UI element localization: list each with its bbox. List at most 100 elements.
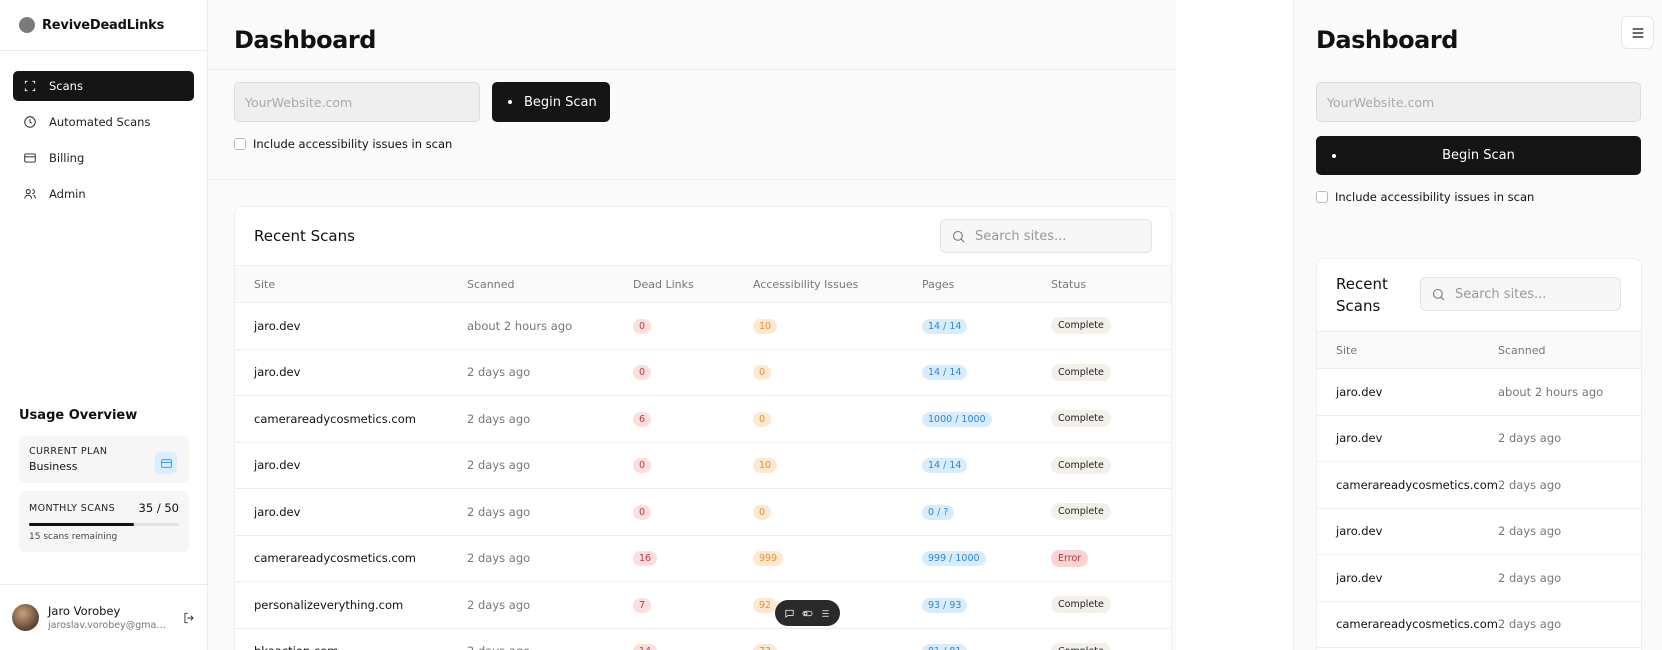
sidebar-item-scans[interactable]: Scans: [13, 71, 194, 101]
monthly-scans-card: MONTHLY SCANS 35 / 50 15 scans remaining: [19, 491, 189, 552]
site-cell: jaro.dev: [235, 488, 467, 536]
main-content: Dashboard Begin Scan Include accessibili…: [208, 0, 1176, 650]
users-icon: [24, 189, 36, 199]
column-header[interactable]: Scanned: [467, 265, 633, 303]
status-badge: Complete: [1051, 363, 1111, 381]
column-header[interactable]: Site: [235, 265, 467, 303]
menu-button[interactable]: [1621, 16, 1654, 49]
list-icon[interactable]: [820, 608, 831, 619]
begin-scan-label: Begin Scan: [1442, 148, 1515, 163]
search-input[interactable]: [1455, 286, 1605, 302]
begin-scan-label: Begin Scan: [524, 94, 597, 110]
site-cell: jaro.dev: [235, 302, 467, 350]
dead-links-badge: 14: [633, 644, 658, 650]
toggle-icon[interactable]: [802, 608, 813, 619]
status-cell: Complete: [1051, 395, 1171, 443]
table-row[interactable]: jaro.dev 2 days ago 0 10 14 / 14 Complete: [235, 442, 1171, 489]
url-input[interactable]: [1316, 82, 1641, 122]
accessibility-checkbox[interactable]: [234, 138, 246, 150]
begin-scan-button[interactable]: Begin Scan: [492, 82, 610, 122]
brand[interactable]: ReviveDeadLinks: [0, 0, 207, 51]
column-header[interactable]: Dead Links: [633, 265, 753, 303]
table-row[interactable]: jaro.dev 2 days ago: [1317, 508, 1641, 555]
pages-cell: 14 / 14: [922, 442, 1051, 489]
accessibility-cell: 10: [753, 442, 922, 489]
table-row[interactable]: jaro.dev about 2 hours ago 0 10 14 / 14 Compl…: [235, 302, 1171, 350]
logo-icon: [19, 17, 35, 33]
mobile-preview: Dashboard Begin Scan Include accessibili…: [1293, 0, 1662, 650]
sidebar-item-billing[interactable]: Billing: [13, 143, 194, 173]
begin-scan-button[interactable]: Begin Scan: [1316, 136, 1641, 175]
pages-cell: 81 / 81: [922, 628, 1051, 650]
avatar[interactable]: [12, 604, 39, 631]
table-row[interactable]: jaro.dev 2 days ago: [1317, 415, 1641, 462]
scanned-cell: 2 days ago: [1498, 554, 1641, 602]
scanned-cell: 2 days ago: [467, 442, 633, 489]
comment-icon[interactable]: [784, 608, 795, 619]
scanned-cell: 2 days ago: [1498, 415, 1641, 462]
table-row[interactable]: camerareadycosmetics.com 2 days ago 16 999 9…: [235, 535, 1171, 582]
table-row[interactable]: camerareadycosmetics.com 2 days ago: [1317, 461, 1641, 509]
status-cell: Complete: [1051, 628, 1171, 650]
table-row[interactable]: jaro.dev 2 days ago: [1317, 554, 1641, 602]
dead-links-badge: 16: [633, 551, 658, 567]
status-badge: Error: [1051, 549, 1089, 567]
accessibility-badge: 10: [753, 318, 778, 334]
user-email: jaroslav.vorobey@gmail.com: [48, 620, 168, 631]
search-box[interactable]: [940, 219, 1152, 253]
scans-table: Site Scanned jaro.dev about 2 hours ago ja…: [1317, 331, 1641, 648]
recent-scans-card: Recent Scans Site Scanned Dead Links Acc…: [234, 206, 1172, 650]
status-badge: Complete: [1051, 642, 1111, 650]
table-row[interactable]: jaro.dev 2 days ago 0 0 14 / 14 Complete: [235, 349, 1171, 396]
search-icon: [952, 230, 965, 243]
usage-title: Usage Overview: [19, 408, 138, 423]
logout-icon[interactable]: [182, 611, 196, 625]
user-name: Jaro Vorobey: [48, 604, 121, 618]
scans-table: Site Scanned Dead Links Accessibility Is…: [235, 265, 1171, 650]
pages-badge: 14 / 14: [922, 458, 968, 474]
site-cell: camerareadycosmetics.com: [235, 395, 467, 443]
status-cell: Complete: [1051, 488, 1171, 536]
accessibility-option[interactable]: Include accessibility issues in scan: [234, 137, 452, 151]
credit-card-icon: [24, 153, 36, 163]
sidebar-item-automated-scans[interactable]: Automated Scans: [13, 107, 194, 137]
scans-progress-bar: [29, 523, 179, 526]
url-input[interactable]: [234, 82, 480, 122]
dead-links-badge: 0: [633, 318, 652, 334]
column-header[interactable]: Status: [1051, 265, 1171, 303]
scanned-cell: about 2 hours ago: [1498, 368, 1641, 416]
site-cell: bkaaction.com: [235, 628, 467, 650]
table-row[interactable]: bkaaction.com2 days ago14 73 81 / 81 Comple…: [235, 628, 1171, 650]
search-icon: [1432, 288, 1445, 301]
status-badge: Complete: [1051, 596, 1111, 614]
brand-name: ReviveDeadLinks: [42, 17, 165, 33]
scanned-cell: 2 days ago: [467, 395, 633, 443]
site-cell: jaro.dev: [235, 442, 467, 489]
accessibility-option[interactable]: Include accessibility issues in scan: [1316, 190, 1534, 204]
sidebar-item-admin[interactable]: Admin: [13, 179, 194, 209]
column-header[interactable]: Scanned: [1498, 331, 1641, 369]
accessibility-badge: 73: [753, 644, 778, 650]
status-badge: Complete: [1051, 410, 1111, 428]
divider: [208, 69, 1176, 70]
table-row[interactable]: jaro.dev 2 days ago 0 0 0 / ? Complete: [235, 488, 1171, 536]
dead-links-cell: 0: [633, 302, 753, 350]
scanned-cell: 2 days ago: [467, 535, 633, 582]
pages-cell: 999 / 1000: [922, 535, 1051, 582]
scans-label: MONTHLY SCANS: [29, 502, 116, 514]
dot-icon: [1332, 154, 1336, 158]
table-row[interactable]: camerareadycosmetics.com 2 days ago 6 0 1000…: [235, 395, 1171, 443]
column-header[interactable]: Accessibility Issues: [753, 265, 922, 303]
user-profile: Jaro Vorobey jaroslav.vorobey@gmail.com: [0, 584, 208, 650]
accessibility-cell: 999: [753, 535, 922, 582]
column-header[interactable]: Site: [1317, 331, 1498, 369]
table-row[interactable]: jaro.dev about 2 hours ago: [1317, 368, 1641, 416]
search-box[interactable]: [1420, 277, 1621, 311]
column-header[interactable]: Pages: [922, 265, 1051, 303]
search-input[interactable]: [975, 228, 1135, 244]
credit-card-icon[interactable]: [155, 452, 177, 474]
table-row[interactable]: personalizeverything.com 2 days ago 7 92 93 …: [235, 581, 1171, 629]
table-row[interactable]: camerareadycosmetics.com 2 days ago: [1317, 601, 1641, 648]
accessibility-checkbox[interactable]: [1316, 191, 1328, 203]
divider: [208, 179, 1176, 180]
